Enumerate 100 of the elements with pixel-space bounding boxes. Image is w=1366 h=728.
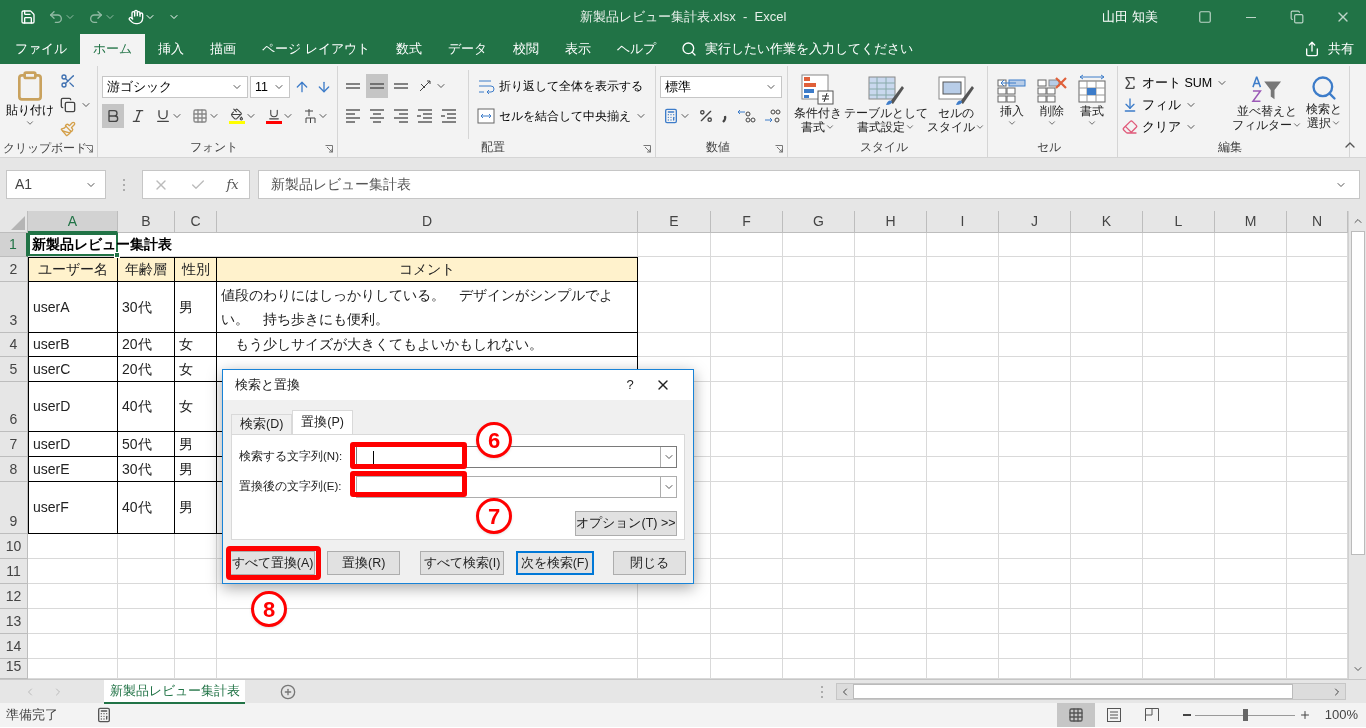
row-header[interactable]: 9	[0, 482, 28, 534]
find-select-button[interactable]: 検索と 選択	[1302, 70, 1345, 139]
ribbon-tab[interactable]: ファイル	[2, 34, 80, 64]
middle-align-button[interactable]	[366, 74, 388, 98]
row-header[interactable]: 10	[0, 534, 28, 559]
number-format-field[interactable]: 標準	[660, 76, 782, 98]
column-header[interactable]: K	[1071, 211, 1143, 233]
column-header[interactable]: G	[783, 211, 855, 233]
cells-button[interactable]: 挿入	[992, 70, 1032, 139]
insert-function-button[interactable]: fx	[226, 174, 239, 195]
ribbon-tab[interactable]: ヘルプ	[603, 34, 669, 64]
ribbon-tab[interactable]: 挿入	[145, 34, 197, 64]
row-header[interactable]: 14	[0, 634, 28, 659]
row-header[interactable]: 15	[0, 659, 28, 679]
font-size-field[interactable]: 11	[250, 76, 290, 98]
table-cell	[1071, 482, 1143, 534]
cells-button[interactable]: 書式	[1072, 70, 1112, 139]
add-sheet-icon[interactable]	[280, 683, 296, 700]
share-button[interactable]: 共有	[1304, 34, 1366, 64]
row-header[interactable]: 5	[0, 357, 28, 382]
tell-me-field[interactable]: 実行したい作業を入力してください	[668, 34, 925, 64]
row-header[interactable]: 3	[0, 282, 28, 333]
column-header[interactable]: C	[175, 211, 217, 233]
dialog-tab[interactable]: 置換(P)	[292, 410, 354, 434]
column-header[interactable]: M	[1215, 211, 1287, 233]
cells-button[interactable]: 削除	[1032, 70, 1072, 139]
help-button[interactable]: ?	[615, 375, 645, 395]
font-name-field[interactable]: 游ゴシック	[102, 76, 248, 98]
style-button[interactable]: 条件付き 書式	[792, 70, 844, 139]
column-header[interactable]: B	[118, 211, 175, 233]
dialog-button[interactable]: すべて置換(A)	[230, 551, 316, 575]
column-header[interactable]: I	[927, 211, 999, 233]
table-cell	[783, 257, 855, 282]
column-header[interactable]: J	[999, 211, 1071, 233]
sort-filter-button[interactable]: 並べ替えと フィルター	[1232, 70, 1303, 139]
column-header[interactable]: A	[28, 211, 118, 233]
style-button[interactable]: セルの スタイル	[929, 70, 983, 139]
search-icon	[1309, 74, 1338, 102]
clear-button[interactable]: クリア	[1122, 116, 1229, 138]
row-header[interactable]: 6	[0, 382, 28, 432]
dialog-button[interactable]: 閉じる	[612, 551, 686, 575]
options-button[interactable]: オプション(T) >>	[575, 511, 677, 536]
wrap-text-button[interactable]: 折り返して全体を表示する	[477, 74, 647, 98]
scroll-thumb[interactable]	[1350, 231, 1365, 555]
style-button[interactable]: テーブルとして 書式設定	[843, 70, 929, 139]
sheet-tab[interactable]: 新製品レビュー集計表	[104, 679, 245, 704]
zoom-in-icon[interactable]	[1298, 709, 1311, 721]
zoom-slider[interactable]	[1194, 708, 1295, 722]
ribbon-tab[interactable]: 表示	[551, 34, 604, 64]
table-cell	[999, 257, 1071, 282]
dialog-launcher-icon[interactable]	[85, 145, 93, 154]
horizontal-scrollbar[interactable]	[836, 683, 1346, 700]
fill-button[interactable]: フィル	[1122, 94, 1229, 116]
table-cell	[1287, 482, 1348, 534]
table-cell	[1071, 559, 1143, 584]
vertical-scrollbar[interactable]	[1348, 211, 1366, 679]
table-cell	[1287, 432, 1348, 457]
ribbon-tab[interactable]: ページ レイアウト	[249, 34, 383, 64]
table-cell	[1143, 534, 1215, 559]
ribbon-tab[interactable]: ホーム	[80, 34, 145, 64]
row-header[interactable]: 1	[0, 233, 28, 257]
row-header[interactable]: 8	[0, 457, 28, 482]
dialog-launcher-icon[interactable]	[643, 145, 651, 153]
dialog-launcher-icon[interactable]	[325, 145, 333, 153]
row-header[interactable]: 7	[0, 432, 28, 457]
row-header[interactable]: 12	[0, 584, 28, 609]
column-header[interactable]: N	[1287, 211, 1348, 233]
paste-button[interactable]: 貼り付け	[4, 70, 56, 140]
column-header[interactable]: L	[1143, 211, 1215, 233]
dialog-button[interactable]: 置換(R)	[327, 551, 401, 575]
zoom-thumb[interactable]	[1242, 709, 1248, 721]
ribbon-tab[interactable]: 校閲	[499, 34, 552, 64]
ribbon-tab[interactable]: データ	[434, 34, 500, 64]
ribbon-tab[interactable]: 描画	[197, 34, 249, 64]
row-header[interactable]: 4	[0, 333, 28, 357]
scroll-thumb[interactable]	[853, 684, 1293, 699]
table-cell	[927, 382, 999, 432]
row-header[interactable]: 2	[0, 257, 28, 282]
view-button[interactable]	[1056, 703, 1095, 727]
save-button[interactable]	[20, 9, 36, 25]
dialog-button[interactable]: すべて検索(I)	[420, 551, 504, 575]
ribbon-tab[interactable]: 数式	[382, 34, 435, 64]
macro-record-icon[interactable]	[96, 707, 112, 723]
table-cell	[783, 432, 855, 457]
autosum-button[interactable]: オート SUM	[1122, 72, 1229, 94]
bold-button[interactable]	[102, 104, 124, 128]
table-cell: userE	[28, 457, 118, 482]
row-header[interactable]: 11	[0, 559, 28, 584]
merge-center-button[interactable]: セルを結合して中央揃え	[477, 104, 647, 128]
touch-mode-button[interactable]	[128, 9, 156, 25]
column-header[interactable]: E	[638, 211, 711, 233]
name-box[interactable]: A1	[6, 170, 106, 199]
dialog-launcher-icon[interactable]	[775, 145, 783, 153]
formula-field[interactable]: 新製品レビュー集計表	[258, 170, 1360, 199]
row-header[interactable]: 13	[0, 609, 28, 634]
column-header[interactable]: D	[217, 211, 638, 233]
dialog-tab[interactable]: 検索(D)	[231, 414, 293, 434]
column-header[interactable]: H	[855, 211, 927, 233]
dialog-button[interactable]: 次を検索(F)	[515, 551, 594, 575]
column-header[interactable]: F	[711, 211, 783, 233]
